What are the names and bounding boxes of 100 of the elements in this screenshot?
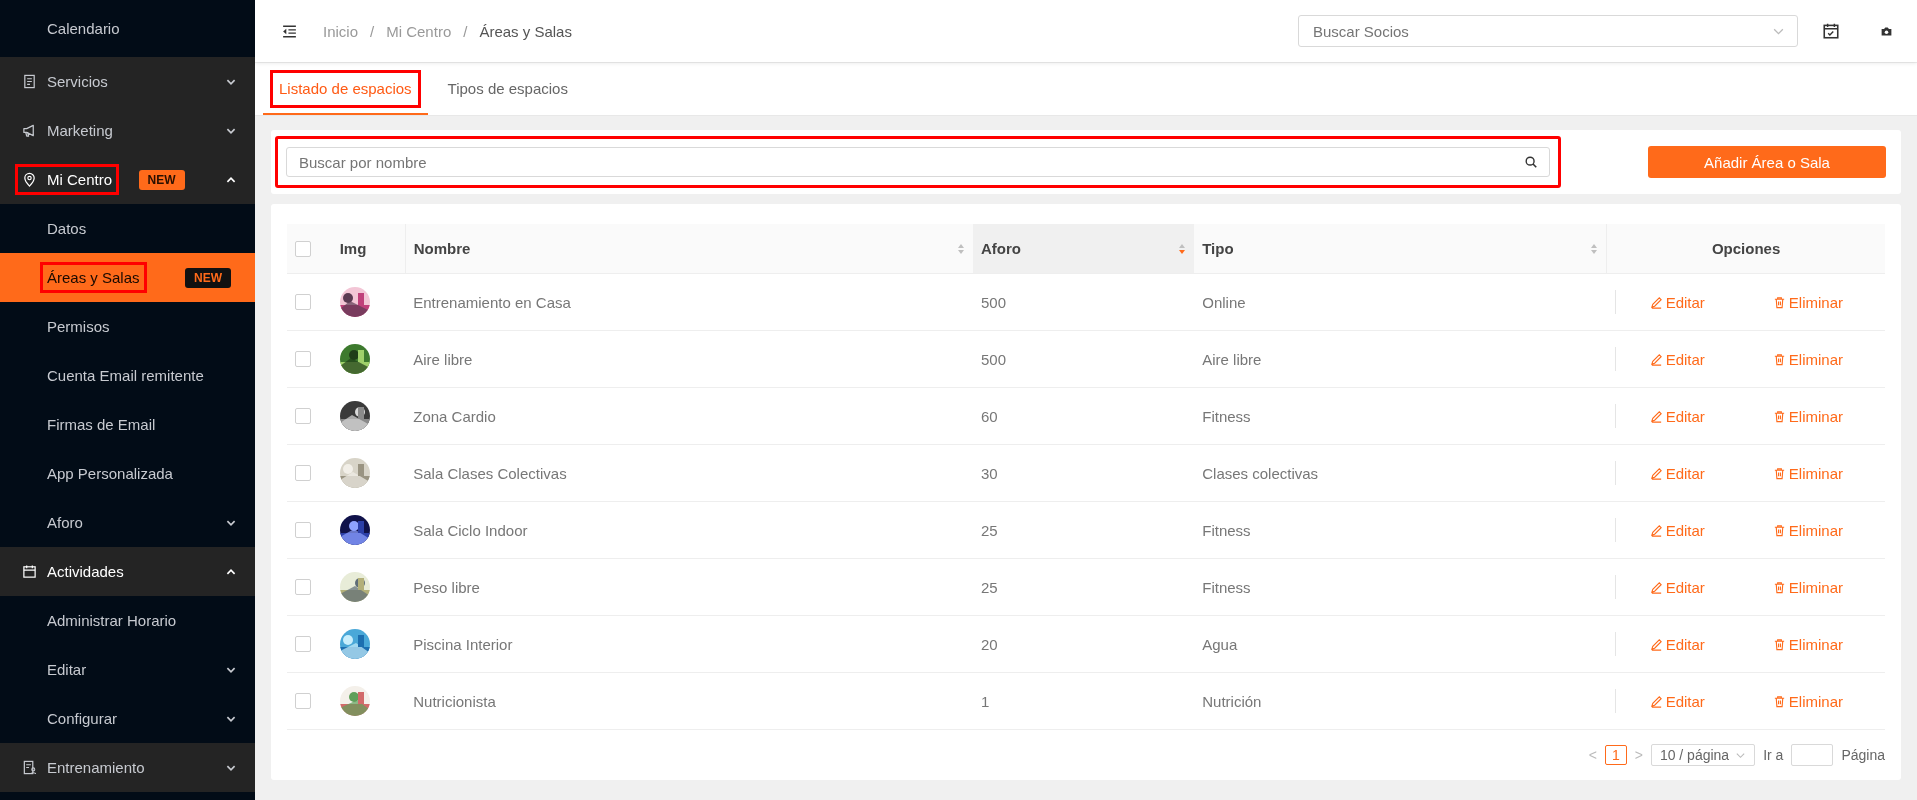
pencil-icon — [1649, 694, 1663, 708]
sidebar-group[interactable]: Entrenamiento — [0, 743, 255, 792]
sidebar-item[interactable]: Firmas de Email — [0, 400, 255, 449]
delete-link[interactable]: Eliminar — [1772, 692, 1843, 710]
name-search-field[interactable]: Buscar por nombre — [286, 147, 1550, 177]
column-header: Img — [331, 224, 406, 274]
sidebar-item[interactable]: Configurar — [0, 694, 255, 743]
new-badge: NEW — [138, 169, 185, 190]
search-icon — [1524, 155, 1538, 169]
delete-link[interactable]: Eliminar — [1772, 293, 1843, 311]
megaphone-icon — [22, 123, 37, 138]
previous-page-button[interactable]: < — [1588, 747, 1597, 763]
trash-icon — [1772, 637, 1786, 651]
sidebar-item[interactable]: Calendario — [0, 0, 255, 57]
pencil-icon — [1649, 637, 1663, 651]
sort-icon — [1590, 242, 1599, 255]
pencil-icon — [1649, 409, 1663, 423]
column-header[interactable]: Nombre — [405, 224, 973, 274]
table-cell: 1 — [981, 692, 990, 710]
member-search-input[interactable]: Buscar Socios — [1311, 21, 1772, 41]
page-size-select[interactable]: 10 / página — [1650, 744, 1756, 766]
edit-link[interactable]: Editar — [1649, 407, 1705, 425]
sidebar-item[interactable]: Cuenta Email remitente — [0, 351, 255, 400]
sidebar-item[interactable]: App Personalizada — [0, 449, 255, 498]
sidebar-group[interactable]: Mi Centro NEW — [0, 155, 255, 204]
document-person-icon — [22, 760, 37, 775]
breadcrumb-link[interactable]: Mi Centro — [386, 22, 452, 40]
pencil-icon — [1649, 295, 1663, 309]
delete-link[interactable]: Eliminar — [1772, 407, 1843, 425]
delete-link[interactable]: Eliminar — [1772, 464, 1843, 482]
next-page-button[interactable]: > — [1634, 747, 1643, 763]
table-cell: Nutrición — [1202, 692, 1262, 710]
sidebar-item[interactable]: Áreas y Salas NEW — [0, 253, 255, 302]
sort-icon — [1178, 242, 1187, 255]
camera-icon[interactable] — [1880, 24, 1893, 38]
calendar-icon — [22, 564, 37, 579]
table-cell: 60 — [981, 407, 998, 425]
edit-link[interactable]: Editar — [1649, 635, 1705, 653]
column-header[interactable]: Tipo — [1194, 224, 1607, 274]
sidebar-item[interactable]: Datos — [0, 204, 255, 253]
pencil-icon — [1649, 580, 1663, 594]
sidebar-item[interactable]: Aforo — [0, 498, 255, 547]
trash-icon — [1772, 295, 1786, 309]
table-cell: Aire libre — [1202, 350, 1262, 368]
trash-icon — [1772, 523, 1786, 537]
delete-link[interactable]: Eliminar — [1772, 350, 1843, 368]
pencil-icon — [1649, 523, 1663, 537]
select-all-checkbox[interactable] — [295, 240, 311, 257]
row-checkbox[interactable] — [295, 465, 311, 481]
sidebar-item[interactable]: Editar — [0, 645, 255, 694]
table-cell: Nutricionista — [413, 692, 496, 710]
menu-fold-icon[interactable] — [281, 22, 298, 40]
tab[interactable]: Tipos de espacios — [431, 63, 584, 115]
sidebar-item[interactable]: Administrar Horario — [0, 596, 255, 645]
row-checkbox[interactable] — [295, 636, 311, 652]
row-checkbox[interactable] — [295, 294, 311, 310]
row-checkbox[interactable] — [295, 693, 311, 709]
column-header[interactable]: Aforo — [973, 224, 1195, 274]
table-cell: Sala Clases Colectivas — [413, 464, 567, 482]
page-number[interactable]: 1 — [1604, 745, 1627, 765]
page-label: Página — [1841, 747, 1885, 763]
edit-link[interactable]: Editar — [1649, 293, 1705, 311]
table-cell: Piscina Interior — [413, 635, 513, 653]
breadcrumb-link[interactable]: Inicio — [323, 22, 359, 40]
trash-icon — [1772, 352, 1786, 366]
table-cell: Zona Cardio — [413, 407, 496, 425]
delete-link[interactable]: Eliminar — [1772, 578, 1843, 596]
row-checkbox[interactable] — [295, 351, 311, 367]
member-search-field[interactable]: Buscar Socios — [1298, 15, 1798, 47]
delete-link[interactable]: Eliminar — [1772, 635, 1843, 653]
edit-link[interactable]: Editar — [1649, 521, 1705, 539]
edit-link[interactable]: Editar — [1649, 578, 1705, 596]
sort-icon — [957, 242, 965, 255]
pencil-icon — [1649, 466, 1663, 480]
tab[interactable]: Listado de espacios — [263, 63, 428, 115]
row-checkbox[interactable] — [295, 408, 311, 424]
sidebar-group[interactable]: Actividades — [0, 547, 255, 596]
pencil-icon — [1649, 352, 1663, 366]
delete-link[interactable]: Eliminar — [1772, 521, 1843, 539]
calendar-icon[interactable] — [1822, 22, 1840, 40]
table-cell: 500 — [981, 350, 1007, 368]
location-pin-icon — [22, 172, 37, 187]
column-header: Opciones — [1606, 224, 1885, 274]
row-checkbox[interactable] — [295, 522, 311, 538]
table-cell: Sala Ciclo Indoor — [413, 521, 528, 539]
sidebar-group[interactable]: Marketing — [0, 106, 255, 155]
table-cell: Clases colectivas — [1202, 464, 1319, 482]
edit-link[interactable]: Editar — [1649, 350, 1705, 368]
sidebar-group[interactable]: Servicios — [0, 57, 255, 106]
edit-link[interactable]: Editar — [1649, 692, 1705, 710]
table-cell: 25 — [981, 578, 998, 596]
edit-link[interactable]: Editar — [1649, 464, 1705, 482]
table-cell: Fitness — [1202, 578, 1251, 596]
sidebar-item[interactable]: Permisos — [0, 302, 255, 351]
row-checkbox[interactable] — [295, 579, 311, 595]
table-cell: Agua — [1202, 635, 1238, 653]
goto-page-field[interactable] — [1791, 744, 1834, 766]
add-area-button[interactable]: Añadir Área o Sala — [1648, 146, 1886, 178]
trash-icon — [1772, 466, 1786, 480]
table-cell: Aire libre — [413, 350, 473, 368]
